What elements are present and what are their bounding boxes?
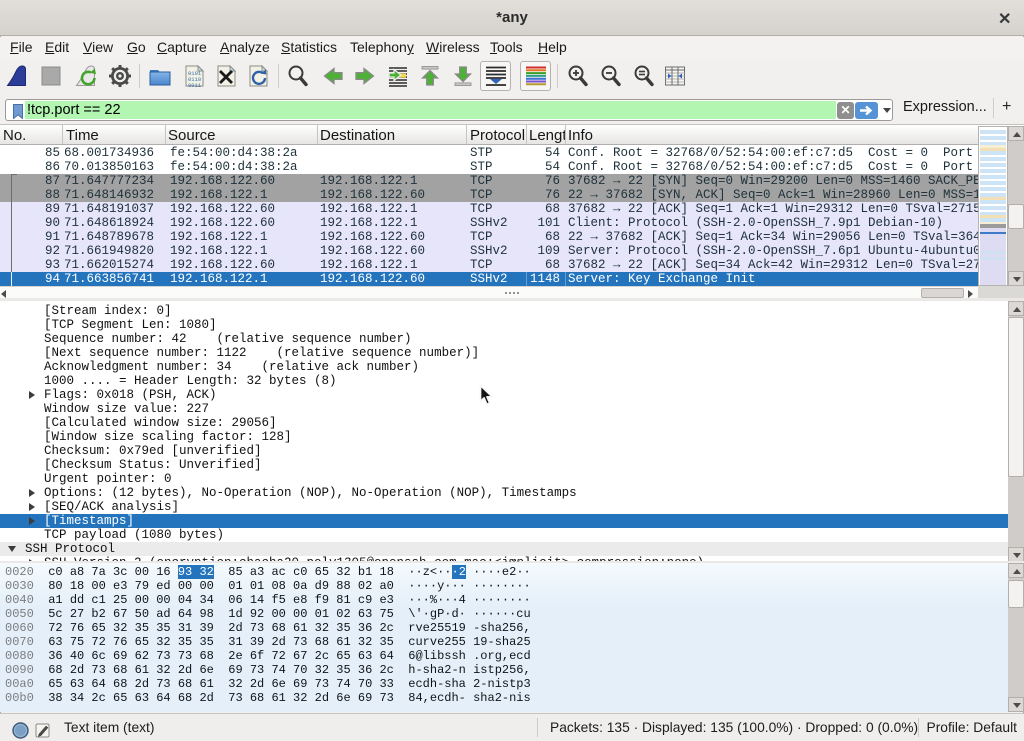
svg-text:0011: 0011 (188, 82, 202, 88)
